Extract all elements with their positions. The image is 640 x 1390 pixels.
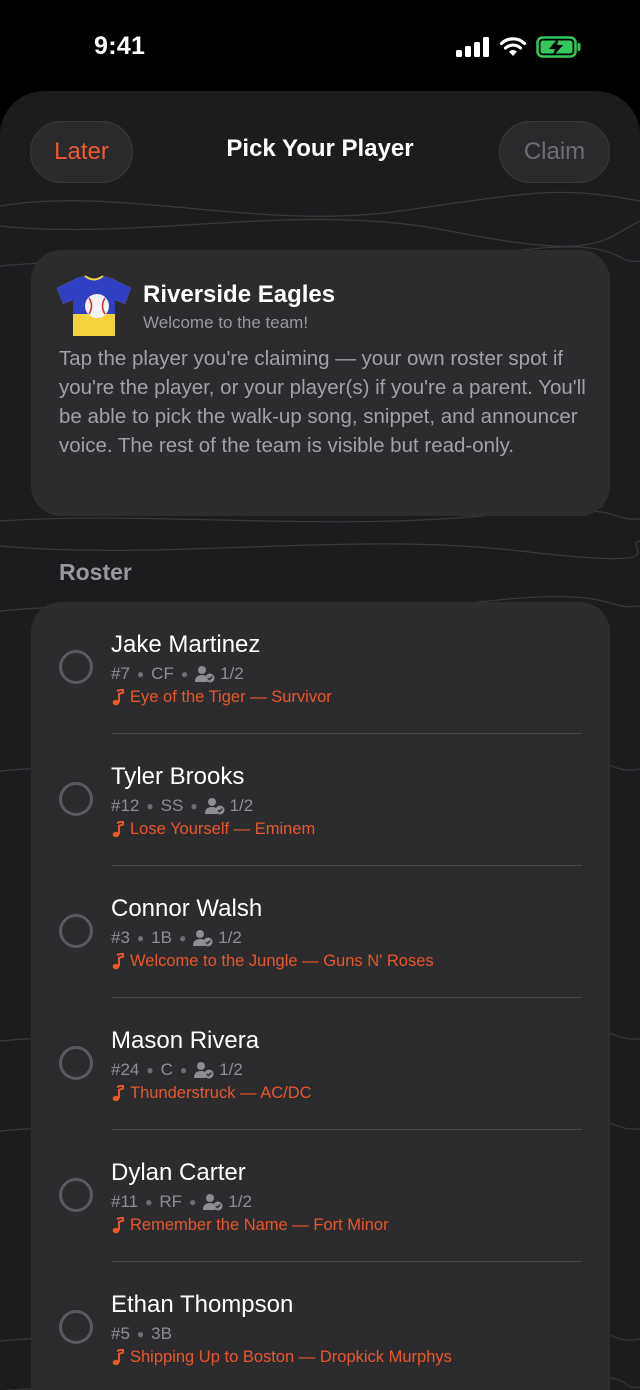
separator-dot: ● (146, 799, 154, 813)
player-meta: #12 ● SS ● 1/2 (111, 796, 253, 816)
radio-button[interactable] (59, 914, 93, 948)
wifi-icon (499, 37, 527, 56)
player-meta: #3 ● 1B ● 1/2 (111, 928, 242, 948)
music-note-icon (112, 1217, 124, 1234)
music-note-icon (112, 1085, 124, 1102)
song-title: Eye of the Tiger — Survivor (130, 688, 332, 706)
player-name: Connor Walsh (111, 895, 263, 922)
song-title: Welcome to the Jungle — Guns N' Roses (130, 952, 434, 970)
person-check-icon (195, 666, 215, 683)
song-title: Lose Yourself — Eminem (130, 820, 316, 838)
radio-button[interactable] (59, 650, 93, 684)
radio-button[interactable] (59, 1046, 93, 1080)
song-title: Remember the Name — Fort Minor (130, 1216, 389, 1234)
person-check-icon (193, 930, 213, 947)
player-position: RF (159, 1192, 183, 1211)
separator-dot: ● (145, 1195, 153, 1209)
player-row[interactable]: Tyler Brooks #12 ● SS ● 1/2 Lose Yoursel… (31, 734, 610, 866)
separator-dot: ● (136, 667, 145, 681)
separator-dot: ● (146, 1063, 154, 1077)
person-check-icon (194, 1062, 214, 1079)
player-number: #5 (111, 1324, 130, 1343)
player-meta: #5 ● 3B (111, 1324, 172, 1344)
separator-dot: ● (189, 1195, 197, 1209)
player-number: #24 (111, 1060, 140, 1079)
player-name: Ethan Thompson (111, 1291, 294, 1318)
claim-count: 1/2 (220, 664, 244, 683)
claim-count: 1/2 (229, 796, 254, 815)
claim-count: 1/2 (228, 1192, 252, 1211)
music-note-icon (112, 1349, 124, 1366)
player-meta: #7 ● CF ● 1/2 (111, 664, 244, 684)
person-check-icon (203, 1194, 223, 1211)
team-name: Riverside Eagles (143, 281, 336, 308)
team-subtitle: Welcome to the team! (143, 313, 309, 332)
status-icons (456, 36, 582, 58)
claim-count: 1/2 (219, 1060, 243, 1079)
separator-dot: ● (178, 931, 187, 945)
claim-sheet: Later Pick Your Player Claim Riverside E… (0, 91, 640, 1390)
person-check-icon (204, 798, 225, 815)
walkup-song: Thunderstruck — AC/DC (111, 1084, 312, 1103)
walkup-song: Eye of the Tiger — Survivor (111, 688, 332, 707)
music-note-icon (112, 953, 124, 970)
separator-dot: ● (136, 931, 145, 945)
music-note-icon (112, 821, 124, 838)
radio-button[interactable] (59, 782, 93, 816)
player-number: #12 (111, 796, 140, 815)
radio-button[interactable] (59, 1178, 93, 1212)
player-position: 3B (151, 1324, 172, 1343)
roster-section-title: Roster (59, 559, 132, 585)
player-row[interactable]: Jake Martinez #7 ● CF ● 1/2 Eye of the T… (31, 602, 610, 734)
team-jersey-icon (57, 275, 131, 336)
walkup-song: Welcome to the Jungle — Guns N' Roses (111, 952, 434, 971)
roster-list: Jake Martinez #7 ● CF ● 1/2 Eye of the T… (31, 602, 610, 1390)
player-position: C (160, 1060, 173, 1079)
player-name: Tyler Brooks (111, 763, 245, 790)
player-row[interactable]: Mason Rivera #24 ● C ● 1/2 Thunderstruck… (31, 998, 610, 1130)
player-position: 1B (151, 928, 172, 947)
team-description: Tap the player you're claiming — your ow… (59, 347, 586, 457)
player-number: #11 (111, 1192, 139, 1211)
page-title: Pick Your Player (226, 135, 414, 162)
player-name: Jake Martinez (111, 631, 261, 658)
player-row[interactable]: Connor Walsh #3 ● 1B ● 1/2 Welcome to th… (31, 866, 610, 998)
music-note-icon (112, 689, 124, 706)
claim-button[interactable]: Claim (499, 121, 610, 183)
player-position: CF (151, 664, 174, 683)
player-name: Dylan Carter (111, 1159, 246, 1186)
battery-charging-icon (536, 36, 581, 58)
walkup-song: Shipping Up to Boston — Dropkick Murphys (111, 1348, 452, 1367)
team-card: Riverside Eagles Welcome to the team! Ta… (31, 250, 610, 516)
radio-button[interactable] (59, 1310, 93, 1344)
player-name: Mason Rivera (111, 1027, 260, 1054)
status-bar: 9:41 (0, 0, 640, 92)
status-time: 9:41 (94, 32, 146, 60)
player-position: SS (160, 796, 184, 815)
separator-dot: ● (136, 1327, 145, 1341)
song-title: Thunderstruck — AC/DC (130, 1084, 312, 1102)
player-row[interactable]: Dylan Carter #11 ● RF ● 1/2 Remember the… (31, 1130, 610, 1262)
separator-dot: ● (179, 1063, 188, 1077)
separator-dot: ● (180, 667, 189, 681)
signal-icon (456, 37, 489, 57)
walkup-song: Remember the Name — Fort Minor (111, 1216, 389, 1235)
later-button[interactable]: Later (30, 121, 133, 183)
player-number: #3 (111, 928, 130, 947)
song-title: Shipping Up to Boston — Dropkick Murphys (130, 1348, 452, 1366)
player-meta: #24 ● C ● 1/2 (111, 1060, 243, 1080)
separator-dot: ● (190, 799, 198, 813)
player-row[interactable]: Ethan Thompson #5 ● 3B Shipping Up to Bo… (31, 1262, 610, 1390)
claim-count: 1/2 (218, 928, 242, 947)
player-meta: #11 ● RF ● 1/2 (111, 1192, 252, 1212)
player-number: #7 (111, 664, 130, 683)
walkup-song: Lose Yourself — Eminem (111, 820, 315, 839)
